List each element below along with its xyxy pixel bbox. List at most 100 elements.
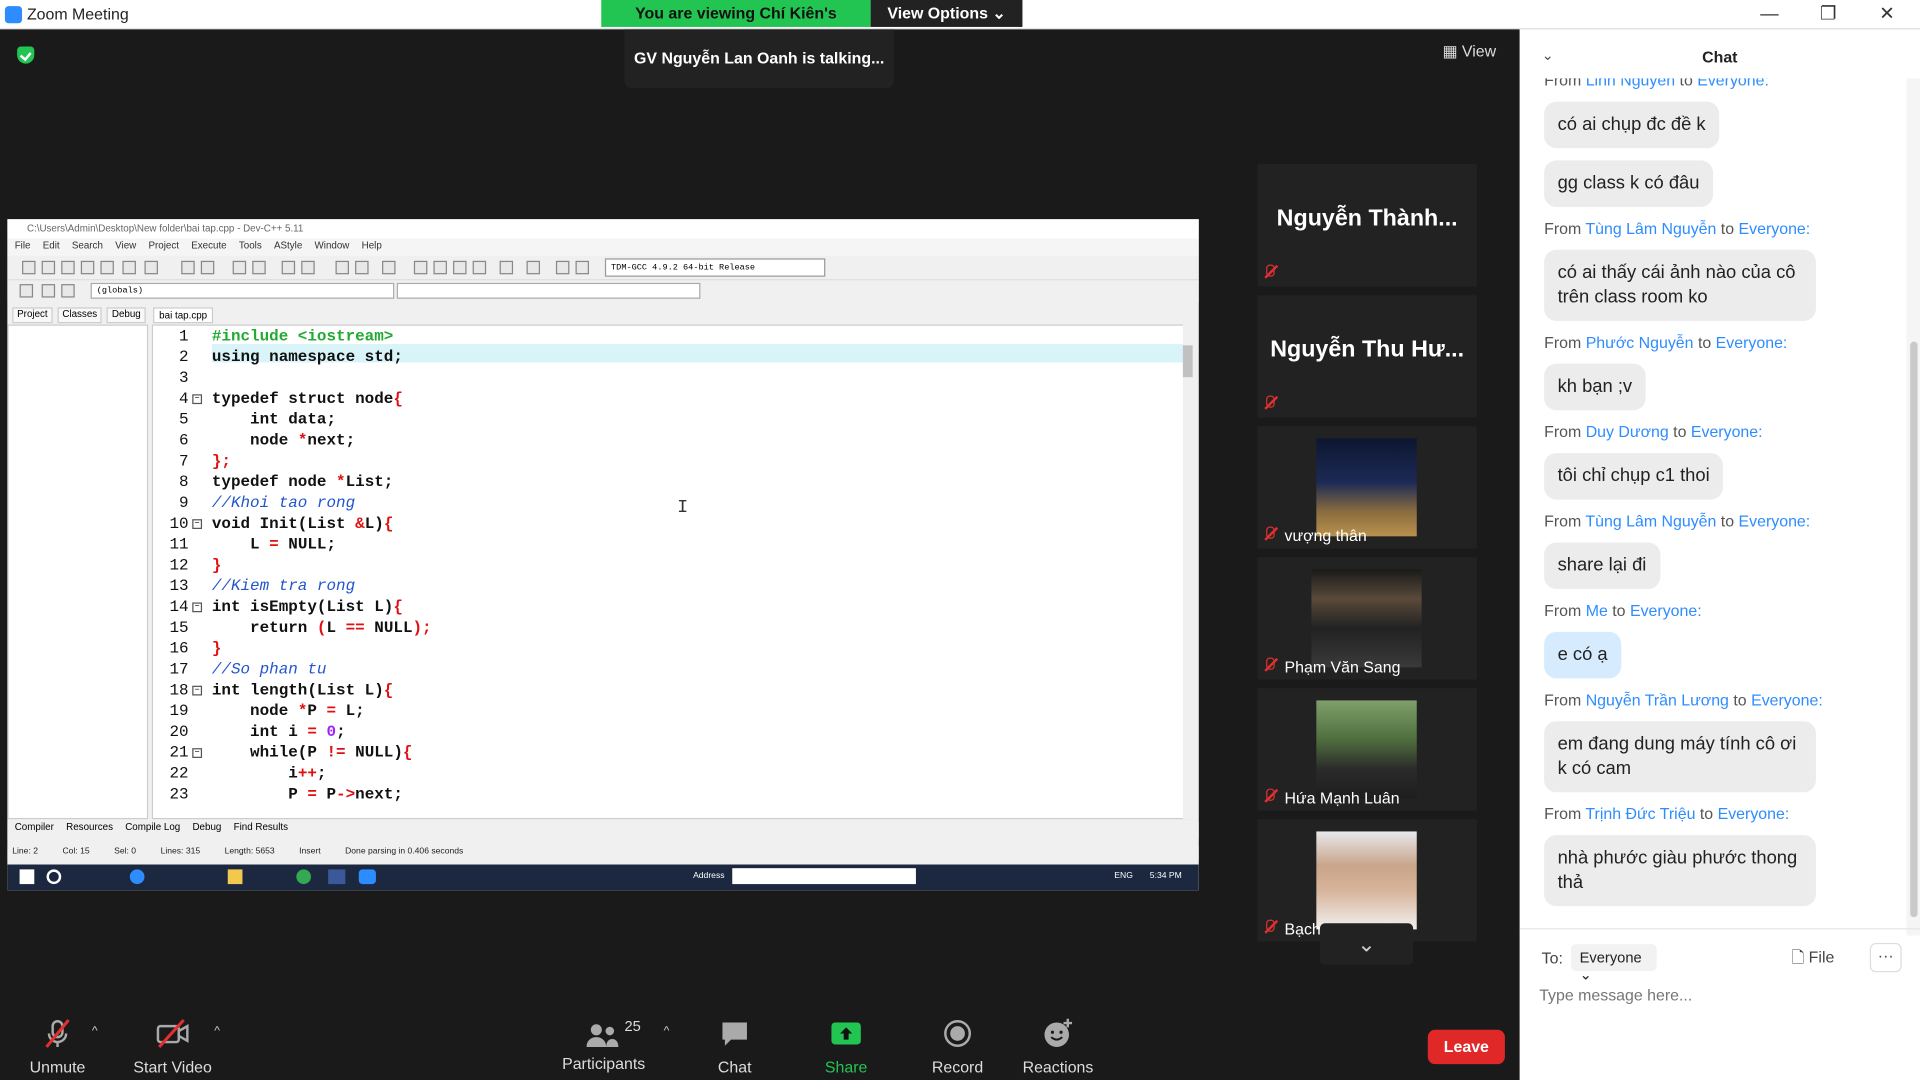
recipient-select[interactable]: Everyone ⌄ xyxy=(1571,944,1657,983)
editor-scrollbar[interactable] xyxy=(1182,324,1196,820)
windows-start-icon[interactable] xyxy=(19,869,35,885)
menu-project[interactable]: Project xyxy=(148,240,178,255)
tab-debug-bottom[interactable]: Debug xyxy=(192,822,221,839)
unmute-button[interactable]: Unmute xyxy=(27,1018,88,1076)
menu-astyle[interactable]: AStyle xyxy=(274,240,302,255)
folder-icon[interactable] xyxy=(227,869,243,885)
view-options-button[interactable]: View Options ⌄ xyxy=(870,0,1023,27)
menu-view[interactable]: View xyxy=(115,240,136,255)
security-shield-icon[interactable] xyxy=(17,46,35,64)
participants-button[interactable]: 25 Participants xyxy=(558,1018,649,1073)
check-icon[interactable] xyxy=(499,260,514,275)
compile-icon[interactable] xyxy=(413,260,428,275)
redo-icon[interactable] xyxy=(200,260,215,275)
compile-run-icon[interactable] xyxy=(453,260,467,275)
clock[interactable]: 5:34 PM xyxy=(1150,872,1182,881)
code-editor[interactable]: 1 2 3 4 5 6 7 8 9 10 11 12 13 14 15 16 17 18 19 20 21 22 23 I … xyxy=(151,324,1193,820)
goto-icon[interactable] xyxy=(61,284,75,298)
run-icon[interactable] xyxy=(433,260,447,275)
record-button[interactable]: Record xyxy=(931,1018,985,1076)
participant-tile[interactable]: Phạm Văn Sang xyxy=(1257,557,1477,680)
tab-project[interactable]: Project xyxy=(12,307,53,324)
sender-name[interactable]: Trịnh Đức Triệu xyxy=(1585,804,1695,822)
chat-message-bubble[interactable]: nhà phước giàu phước thong thả xyxy=(1544,835,1816,907)
audio-options-caret-icon[interactable]: ^ xyxy=(92,1025,98,1038)
minimize-button[interactable]: — xyxy=(1745,2,1794,26)
members-select[interactable] xyxy=(396,282,701,299)
file-button[interactable]: 🗋 File xyxy=(1791,947,1834,974)
fold-toggle-icon[interactable]: − xyxy=(192,685,203,696)
sender-name[interactable]: Phước Nguyễn xyxy=(1586,333,1694,351)
print-icon[interactable] xyxy=(122,260,136,275)
sender-name[interactable]: Tùng Lâm Nguyễn xyxy=(1585,219,1716,237)
address-input[interactable] xyxy=(732,868,916,885)
tab-classes[interactable]: Classes xyxy=(57,307,103,324)
sender-name[interactable]: Me xyxy=(1586,601,1608,619)
chat-message-bubble[interactable]: em đang dung máy tính cô ơi k có cam xyxy=(1544,721,1816,793)
video-options-caret-icon[interactable]: ^ xyxy=(214,1025,220,1038)
reactions-button[interactable]: Reactions xyxy=(1021,1018,1094,1076)
sender-name[interactable]: Duy Dương xyxy=(1586,422,1669,440)
menu-edit[interactable]: Edit xyxy=(43,240,60,255)
fold-toggle-icon[interactable]: − xyxy=(192,519,203,529)
fold-toggle-icon[interactable]: − xyxy=(192,394,203,405)
editor-scroll-thumb[interactable] xyxy=(1182,345,1193,378)
undo-icon[interactable] xyxy=(181,260,195,275)
chat-message-bubble[interactable]: có ai chụp đc đề k xyxy=(1544,101,1720,149)
stop-icon[interactable] xyxy=(526,260,541,275)
insert-icon[interactable] xyxy=(19,284,34,298)
tab-find-results[interactable]: Find Results xyxy=(234,822,288,839)
chat-message-bubble[interactable]: gg class k có đâu xyxy=(1544,160,1713,207)
open-file-icon[interactable] xyxy=(41,260,56,275)
more-options-button[interactable]: ··· xyxy=(1869,942,1902,973)
new-file-icon[interactable] xyxy=(22,260,36,275)
maximize-button[interactable]: ❐ xyxy=(1804,2,1853,26)
close-button[interactable]: ✕ xyxy=(1862,2,1911,26)
rebuild-icon[interactable] xyxy=(472,260,487,275)
toggle-icon[interactable] xyxy=(41,284,56,298)
chat-button[interactable]: Chat xyxy=(710,1018,759,1076)
back-icon[interactable] xyxy=(335,260,349,275)
tab-debug[interactable]: Debug xyxy=(106,307,146,324)
fold-toggle-icon[interactable]: − xyxy=(192,602,203,613)
globals-select[interactable]: (globals) xyxy=(90,282,395,299)
participant-tile[interactable]: vượng thân xyxy=(1257,426,1477,549)
chrome-icon[interactable] xyxy=(296,869,312,885)
sender-name[interactable]: Linh Nguyễn xyxy=(1586,78,1675,89)
sender-name[interactable]: Nguyễn Trần Lương xyxy=(1586,691,1729,709)
chat-message-bubble[interactable]: có ai thấy cái ảnh nào của cô trên class… xyxy=(1544,249,1816,321)
menu-help[interactable]: Help xyxy=(362,240,382,255)
chart-icon[interactable] xyxy=(555,260,570,275)
share-screen-button[interactable]: Share Screen xyxy=(798,1018,894,1080)
view-button[interactable]: ▦ View xyxy=(1442,42,1496,62)
edge-icon[interactable] xyxy=(129,869,145,885)
indent-icon[interactable] xyxy=(281,260,296,275)
save-all-icon[interactable] xyxy=(80,260,95,275)
compiler-select[interactable]: TDM-GCC 4.9.2 64-bit Release xyxy=(604,258,826,277)
fold-toggle-icon[interactable]: − xyxy=(192,748,203,758)
zoom-taskbar-icon[interactable] xyxy=(358,869,376,885)
menu-search[interactable]: Search xyxy=(72,240,103,255)
scroll-down-chevron-icon[interactable]: ⌄ xyxy=(1320,923,1414,965)
search-icon[interactable] xyxy=(46,869,62,885)
menu-window[interactable]: Window xyxy=(315,240,350,255)
tab-compile-log[interactable]: Compile Log xyxy=(125,822,180,839)
bookmark-icon[interactable] xyxy=(382,260,396,275)
menu-tools[interactable]: Tools xyxy=(239,240,262,255)
unindent-icon[interactable] xyxy=(301,260,315,275)
chat-message-bubble[interactable]: kh bạn ;v xyxy=(1544,363,1646,411)
tab-compiler[interactable]: Compiler xyxy=(15,822,54,839)
find-icon[interactable] xyxy=(232,260,247,275)
devcpp-taskbar-icon[interactable] xyxy=(328,869,346,885)
participant-tile[interactable]: Nguyễn Thu Hư... xyxy=(1257,295,1477,418)
save-icon[interactable] xyxy=(61,260,75,275)
menu-execute[interactable]: Execute xyxy=(191,240,226,255)
forward-icon[interactable] xyxy=(355,260,369,275)
replace-icon[interactable] xyxy=(252,260,266,275)
language-indicator[interactable]: ENG xyxy=(1114,872,1133,881)
tab-resources[interactable]: Resources xyxy=(66,822,113,839)
debug-icon[interactable] xyxy=(575,260,589,275)
leave-button[interactable]: Leave xyxy=(1427,1029,1505,1065)
sender-name[interactable]: Tùng Lâm Nguyễn xyxy=(1585,512,1716,530)
menu-file[interactable]: File xyxy=(15,240,31,255)
